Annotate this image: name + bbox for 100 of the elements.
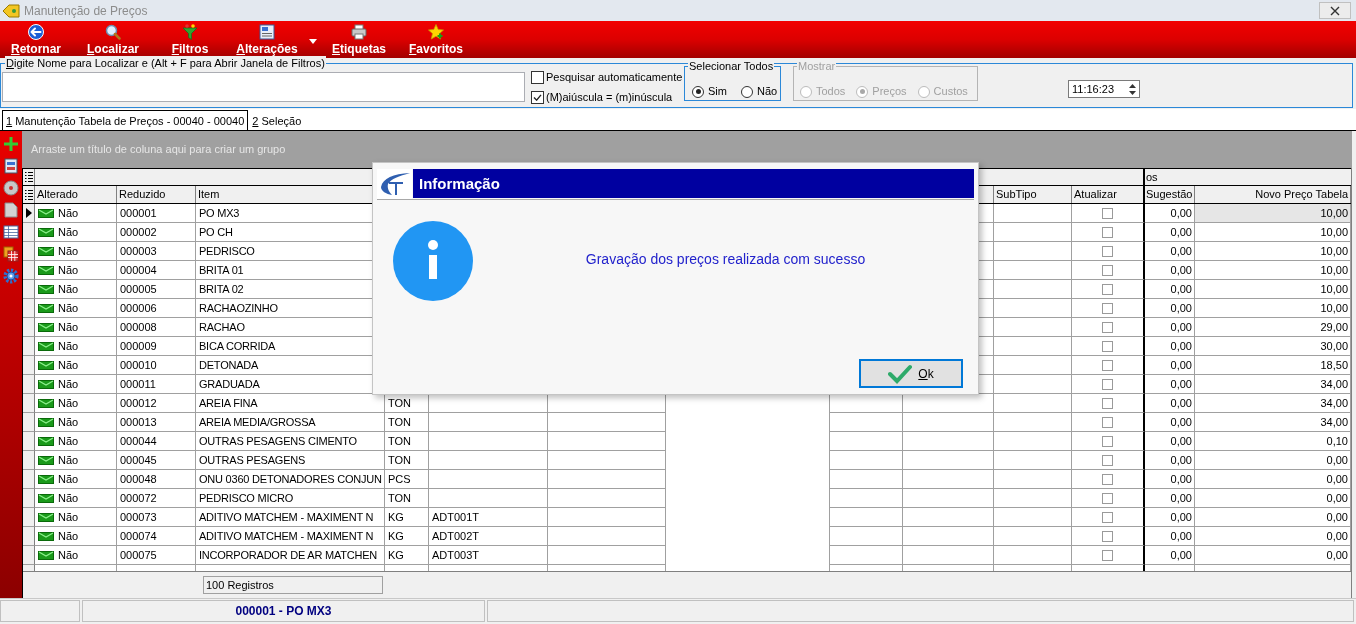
column-list-icon[interactable] — [24, 171, 33, 183]
table-cell: Não — [58, 245, 79, 257]
radio-button[interactable] — [692, 85, 704, 98]
checkbox[interactable] — [1102, 511, 1113, 523]
radio-button[interactable] — [740, 85, 753, 98]
group-by-hint: Arraste um título de coluna aqui para criar um grupo — [31, 143, 286, 156]
back-arrow-icon[interactable] — [28, 24, 44, 40]
search-field[interactable] — [2, 72, 525, 102]
table-cell: Não — [58, 378, 79, 390]
column-list-icon[interactable] — [24, 188, 33, 201]
table-cell-text: 000003 — [119, 245, 157, 257]
toolbar-button[interactable]: Favoritos — [401, 21, 471, 57]
table-cell-text: RACHAO — [198, 321, 245, 333]
spin-down-icon[interactable] — [1128, 90, 1136, 95]
ok-button[interactable]: Ok — [859, 359, 963, 388]
search-icon[interactable] — [105, 24, 121, 40]
disc-icon[interactable] — [3, 180, 19, 196]
envelope-icon — [38, 474, 54, 484]
checkbox[interactable] — [1102, 435, 1113, 447]
toolbar-button[interactable]: Retornar — [1, 21, 71, 57]
band-header: os — [1145, 171, 1158, 183]
envelope-icon — [38, 455, 54, 465]
checkbox[interactable] — [1102, 283, 1113, 295]
checkbox[interactable] — [1102, 549, 1113, 561]
table-icon[interactable] — [3, 224, 19, 240]
group-box-title: Mostrar — [797, 59, 837, 73]
column-header[interactable]: Reduzido — [117, 189, 166, 200]
table-cell-text: ADT003T — [431, 549, 480, 561]
checkbox[interactable] — [1102, 321, 1113, 333]
table-cell-text: 0,00 — [1169, 281, 1193, 297]
radio-label: Não — [756, 85, 778, 98]
checkbox[interactable] — [531, 70, 544, 84]
table-cell-text: 000013 — [119, 416, 157, 428]
table-cell-text: 0,00 — [1169, 547, 1193, 563]
table-cell-text: OUTRAS PESAGENS — [198, 454, 306, 466]
checkbox[interactable] — [1102, 245, 1113, 257]
table-cell-text: 30,00 — [1319, 338, 1349, 354]
table-cell-text: 0,10 — [1325, 433, 1349, 449]
toolbar-button[interactable]: Localizar — [78, 21, 148, 57]
table-cell-text: 000010 — [119, 359, 157, 371]
star-icon[interactable] — [428, 24, 444, 40]
toolbar-button[interactable]: Filtros — [155, 21, 225, 57]
checkbox-label: (M)aiúscula = (m)inúscula — [546, 90, 673, 104]
checkbox[interactable] — [1102, 530, 1113, 542]
checkbox[interactable] — [1102, 378, 1113, 390]
envelope-icon — [38, 284, 54, 294]
table-cell-text: 000074 — [119, 530, 157, 542]
plus-icon[interactable] — [3, 136, 19, 152]
table-cell-text: INCORPORADOR DE AR MATCHEN — [198, 549, 378, 561]
envelope-icon — [38, 379, 54, 389]
spin-up-icon[interactable] — [1128, 83, 1136, 88]
checkbox[interactable] — [1102, 359, 1113, 371]
table-cell: Não — [58, 530, 79, 542]
time-field[interactable]: 11:16:23 — [1068, 80, 1140, 98]
tab[interactable]: 2 Seleção — [248, 110, 306, 130]
column-header[interactable]: Atualizar — [1072, 189, 1117, 200]
checkbox[interactable] — [1102, 492, 1113, 504]
column-header[interactable]: Novo Preço Tabela — [1255, 189, 1350, 200]
group-box-title: Selecionar Todos — [688, 59, 775, 73]
checkbox[interactable] — [1102, 340, 1113, 352]
form-icon[interactable] — [259, 24, 275, 40]
checkbox[interactable] — [1102, 454, 1113, 466]
table-cell-text: 000006 — [119, 302, 157, 314]
close-button[interactable] — [1319, 2, 1351, 19]
checkbox[interactable] — [1102, 207, 1113, 219]
column-header[interactable]: SubTipo — [994, 189, 1037, 200]
gear-icon[interactable] — [3, 268, 19, 284]
column-header[interactable]: Sugestão — [1145, 189, 1193, 200]
table-cell-text: 34,00 — [1319, 376, 1349, 392]
checkbox[interactable] — [531, 90, 544, 104]
table-cell-text: PO MX3 — [198, 207, 240, 219]
table-cell-text: 000009 — [119, 340, 157, 352]
table-cell-text: ADITIVO MATCHEM - MAXIMENT N — [198, 530, 374, 542]
table-cell-text: 0,00 — [1169, 338, 1193, 354]
printer-icon[interactable] — [351, 24, 367, 40]
notepad-icon[interactable] — [3, 158, 19, 174]
envelope-icon — [38, 417, 54, 427]
tag-icon — [2, 2, 20, 19]
column-header[interactable]: Item — [196, 189, 220, 200]
checkbox[interactable] — [1102, 416, 1113, 428]
table-cell-text: BICA CORRIDA — [198, 340, 276, 352]
row-indicator[interactable] — [23, 204, 35, 223]
table-cell-text: 0,00 — [1169, 395, 1193, 411]
tab[interactable]: 1 Manutenção Tabela de Preços - 00040 - 00040 — [2, 110, 249, 130]
table-cell-text: 0,00 — [1169, 509, 1193, 525]
info-icon — [393, 221, 473, 301]
toolbar-button[interactable]: Alterações — [232, 21, 318, 57]
funnel-icon[interactable] — [182, 24, 198, 40]
checkbox[interactable] — [1102, 226, 1113, 238]
checkbox[interactable] — [1102, 302, 1113, 314]
table-cell-text: 0,00 — [1325, 509, 1349, 525]
checkbox[interactable] — [1102, 473, 1113, 485]
checkbox[interactable] — [1102, 397, 1113, 409]
column-header[interactable]: Alterado — [35, 189, 78, 200]
current-row-icon — [25, 208, 32, 218]
spreadsheet-icon[interactable] — [3, 246, 19, 262]
table-cell: Não — [58, 340, 79, 352]
checkbox[interactable] — [1102, 264, 1113, 276]
page-icon[interactable] — [3, 202, 19, 218]
toolbar-button[interactable]: Etiquetas — [324, 21, 394, 57]
